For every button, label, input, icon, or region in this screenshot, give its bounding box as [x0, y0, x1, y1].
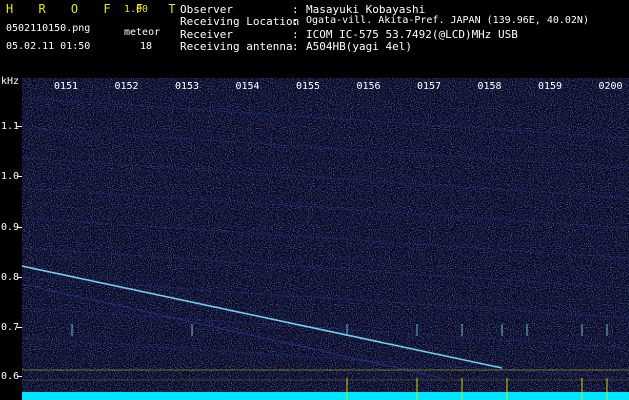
field-sep: :	[292, 40, 299, 53]
meteor-count: 18	[140, 41, 153, 52]
time-label: 0156	[356, 81, 381, 92]
frequency-tick-mark	[17, 176, 22, 177]
time-label: 0200	[598, 81, 623, 92]
header-panel: H R O F F T 1.00 0502110150.png meteor 0…	[0, 0, 629, 72]
time-label: 0159	[538, 81, 563, 92]
time-label: 0154	[235, 81, 260, 92]
app-name: H R O F F T	[6, 2, 185, 16]
time-label: 0158	[477, 81, 502, 92]
field-label-location: Receiving Location	[180, 15, 300, 28]
app-version: 1.00	[124, 4, 149, 15]
time-label: 0151	[54, 81, 79, 92]
time-label: 0153	[175, 81, 200, 92]
field-value-observer: Masayuki Kobayashi	[306, 3, 426, 16]
field-label-antenna: Receiving antenna	[180, 40, 293, 53]
field-value-receiver: ICOM IC-575 53.7492(@LCD)MHz USB	[306, 28, 518, 41]
frequency-tick-mark	[17, 376, 22, 377]
field-sep: :	[292, 28, 299, 41]
file-name: 0502110150.png	[6, 23, 91, 34]
frequency-tick-mark	[17, 126, 22, 127]
time-label: 0152	[114, 81, 139, 92]
capture-datetime: 05.02.11 01:50	[6, 41, 91, 52]
time-label: 0155	[296, 81, 321, 92]
field-label-receiver: Receiver	[180, 28, 233, 41]
spectrogram-plot	[22, 78, 629, 400]
field-value-antenna: A504HB(yagi 4el)	[306, 40, 412, 53]
frequency-tick-mark	[17, 277, 22, 278]
baseline-strip	[22, 392, 629, 400]
field-sep: :	[292, 15, 299, 28]
field-value-location: Ogata-vill. Akita-Pref. JAPAN (139.96E, …	[306, 15, 589, 26]
time-label: 0157	[417, 81, 442, 92]
frequency-tick-mark	[17, 227, 22, 228]
field-sep: :	[292, 3, 299, 16]
frequency-tick-mark	[17, 327, 22, 328]
field-label-observer: Observer	[180, 3, 233, 16]
axis-unit-label: kHz	[1, 76, 20, 87]
meteor-label: meteor	[124, 27, 161, 38]
